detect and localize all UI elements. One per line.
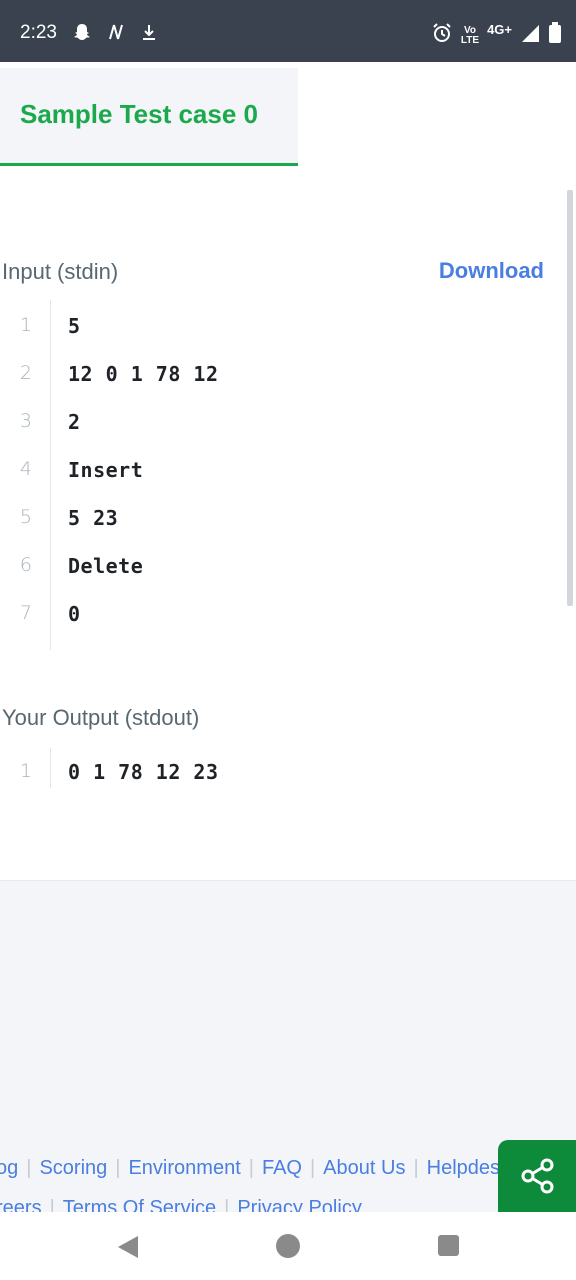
snapchat-icon [72, 22, 92, 47]
tab-label: Sample Test case 0 [20, 99, 258, 129]
footer-link-about-us[interactable]: About Us [323, 1157, 405, 1179]
footer-link-blog[interactable]: og [0, 1157, 18, 1179]
footer-links-row-1: og | Scoring | Environment | FAQ | About Us | Help… [0, 1157, 510, 1180]
input-code-block: 1 5 2 12 0 1 78 12 3 2 4 Insert 5 5 23 6… [0, 300, 560, 650]
footer-link-scoring[interactable]: Scoring [39, 1157, 107, 1179]
tab-sample-test-case[interactable]: Sample Test case 0 [0, 68, 298, 166]
line-text: 2 [68, 410, 81, 434]
status-bar: 2:23 Vo LTE 4G+ [0, 0, 576, 62]
share-icon [519, 1157, 557, 1200]
code-line: 5 5 23 [0, 506, 560, 554]
code-line: 1 0 1 78 12 23 [0, 760, 560, 808]
footer-separator: | [413, 1157, 419, 1179]
code-line: 1 5 [0, 314, 560, 362]
volte-indicator: Vo LTE [460, 24, 480, 46]
line-text: Delete [68, 554, 144, 578]
screen: 2:23 Vo LTE 4G+ Sample Test case 0 Input… [0, 0, 576, 1280]
line-text: 0 1 78 12 23 [68, 760, 219, 784]
line-number: 7 [19, 602, 32, 624]
input-title: Input (stdin) [2, 259, 119, 284]
footer-link-faq[interactable]: FAQ [262, 1157, 302, 1179]
footer-separator: | [26, 1157, 32, 1179]
line-number: 1 [19, 314, 32, 336]
line-number: 6 [19, 554, 32, 576]
code-line: 2 12 0 1 78 12 [0, 362, 560, 410]
line-number: 2 [19, 362, 32, 384]
code-line: 6 Delete [0, 554, 560, 602]
n-icon [106, 22, 126, 47]
line-text: Insert [68, 458, 144, 482]
line-number: 1 [19, 760, 32, 782]
signal-icon [520, 23, 540, 48]
line-text: 0 [68, 602, 81, 626]
footer-separator: | [309, 1157, 316, 1179]
code-line: 3 2 [0, 410, 560, 458]
share-button[interactable] [498, 1140, 576, 1216]
footer-separator: | [115, 1157, 121, 1179]
line-number: 3 [19, 410, 32, 432]
network-type: 4G+ [487, 22, 512, 37]
code-line: 4 Insert [0, 458, 560, 506]
line-number: 5 [19, 506, 32, 528]
output-code-block: 1 0 1 78 12 23 [0, 748, 560, 788]
code-line: 7 0 [0, 602, 560, 650]
footer: og | Scoring | Environment | FAQ | About Us | Help… [0, 881, 576, 1219]
status-time: 2:23 [20, 22, 57, 43]
output-title: Your Output (stdout) [2, 705, 200, 730]
download-link[interactable]: Download [439, 258, 544, 284]
scrollbar[interactable] [567, 190, 573, 606]
alarm-icon [431, 22, 453, 49]
home-icon[interactable] [276, 1234, 300, 1258]
footer-link-environment[interactable]: Environment [128, 1157, 240, 1179]
line-text: 5 23 [68, 506, 119, 530]
navigation-bar [0, 1212, 576, 1280]
download-icon [140, 22, 158, 47]
footer-separator: | [248, 1157, 254, 1179]
recents-icon[interactable] [438, 1235, 459, 1256]
line-text: 5 [68, 314, 81, 338]
back-icon[interactable] [116, 1234, 140, 1265]
battery-icon [548, 22, 562, 49]
line-text: 12 0 1 78 12 [68, 362, 219, 386]
line-number: 4 [19, 458, 32, 480]
